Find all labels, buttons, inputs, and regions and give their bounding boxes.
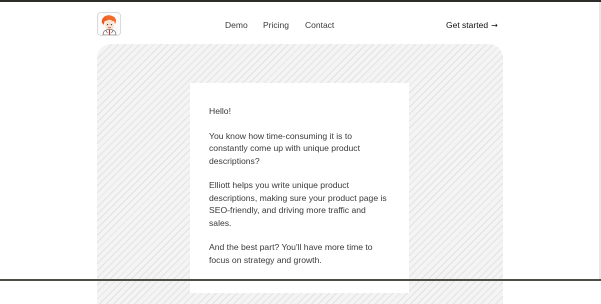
get-started-label: Get started: [446, 20, 489, 30]
greeting-text: Hello!: [209, 106, 231, 116]
site-header: Demo Pricing Contact Get started →: [0, 2, 601, 44]
intro-letter-card: Hello! You know how time-consuming it is…: [190, 83, 409, 293]
nav-link-contact[interactable]: Contact: [305, 18, 334, 32]
product-paragraph: Elliott helps you write unique product d…: [209, 180, 387, 228]
main-nav: Demo Pricing Contact: [0, 18, 601, 32]
arrow-right-icon: →: [491, 21, 498, 30]
nav-link-pricing[interactable]: Pricing: [263, 18, 289, 32]
nav-link-demo[interactable]: Demo: [225, 18, 248, 32]
get-started-button[interactable]: Get started →: [446, 18, 498, 33]
benefit-paragraph: And the best part? You'll have more time…: [209, 242, 373, 265]
intro-paragraph: You know how time-consuming it is to con…: [209, 130, 360, 166]
